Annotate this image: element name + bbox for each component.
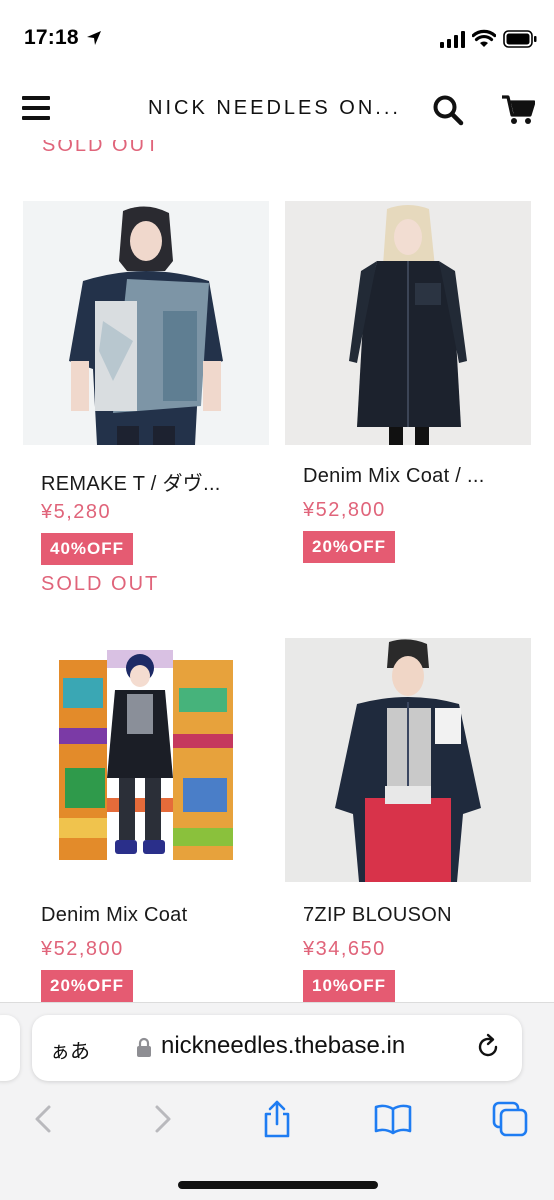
product-list: SOLD OUT REMAKE T / ダヴ... ¥5,280 40%OFF …	[0, 140, 554, 1002]
product-image[interactable]	[23, 638, 269, 882]
forward-icon[interactable]	[142, 1099, 182, 1139]
discount-badge: 40%OFF	[41, 533, 134, 565]
bookmarks-icon[interactable]	[373, 1099, 413, 1139]
product-image[interactable]	[285, 638, 531, 882]
sold-out-label: SOLD OUT	[41, 573, 160, 595]
product-price: ¥34,650	[303, 938, 386, 960]
product-price: ¥52,800	[303, 499, 386, 521]
product-price: ¥52,800	[41, 938, 124, 960]
cart-icon[interactable]	[501, 94, 535, 126]
product-card-7zip-blouson[interactable]: 7ZIP BLOUSON ¥34,650 10%OFF	[285, 638, 531, 1002]
wifi-icon	[472, 29, 496, 47]
reload-icon[interactable]	[474, 1033, 502, 1061]
address-bar[interactable]: ぁあ nickneedles.thebase.in	[32, 1015, 522, 1081]
discount-badge: 20%OFF	[303, 531, 396, 563]
site-title[interactable]: NICK NEEDLES ON...	[148, 97, 408, 120]
product-name[interactable]: Denim Mix Coat	[41, 904, 187, 927]
lock-icon	[137, 1037, 151, 1057]
product-card-remake-t[interactable]: REMAKE T / ダヴ... ¥5,280 40%OFF SOLD OUT	[23, 201, 269, 595]
site-header: NICK NEEDLES ON...	[0, 80, 554, 140]
product-card-denim-mix-coat-1[interactable]: Denim Mix Coat / ... ¥52,800 20%OFF	[285, 201, 531, 563]
cellular-signal-icon	[440, 31, 465, 48]
discount-badge: 10%OFF	[303, 970, 396, 1002]
tabs-icon[interactable]	[490, 1099, 530, 1139]
status-time: 17:18	[24, 26, 79, 49]
product-image[interactable]	[23, 201, 269, 445]
product-card-denim-mix-coat-2[interactable]: Denim Mix Coat ¥52,800 20%OFF	[23, 638, 269, 1002]
product-image[interactable]	[285, 201, 531, 445]
share-icon[interactable]	[257, 1099, 297, 1139]
discount-badge: 20%OFF	[41, 970, 134, 1002]
hamburger-menu-icon[interactable]	[22, 96, 50, 120]
product-name[interactable]: 7ZIP BLOUSON	[303, 904, 452, 927]
product-name[interactable]: Denim Mix Coat / ...	[303, 465, 485, 488]
home-indicator[interactable]	[178, 1181, 378, 1189]
status-bar: 17:18	[0, 0, 554, 80]
product-name[interactable]: REMAKE T / ダヴ...	[41, 467, 221, 496]
sold-out-label: SOLD OUT	[42, 140, 161, 156]
location-arrow-icon	[87, 31, 101, 45]
battery-icon	[503, 30, 537, 48]
browser-toolbar: ぁあ nickneedles.thebase.in	[0, 1002, 554, 1200]
previous-tab-preview[interactable]	[0, 1015, 20, 1081]
product-price: ¥5,280	[41, 501, 112, 523]
back-icon[interactable]	[24, 1099, 64, 1139]
url-text[interactable]: nickneedles.thebase.in	[161, 1032, 405, 1060]
page-settings-button[interactable]: ぁあ	[50, 1035, 90, 1064]
search-icon[interactable]	[432, 94, 464, 126]
